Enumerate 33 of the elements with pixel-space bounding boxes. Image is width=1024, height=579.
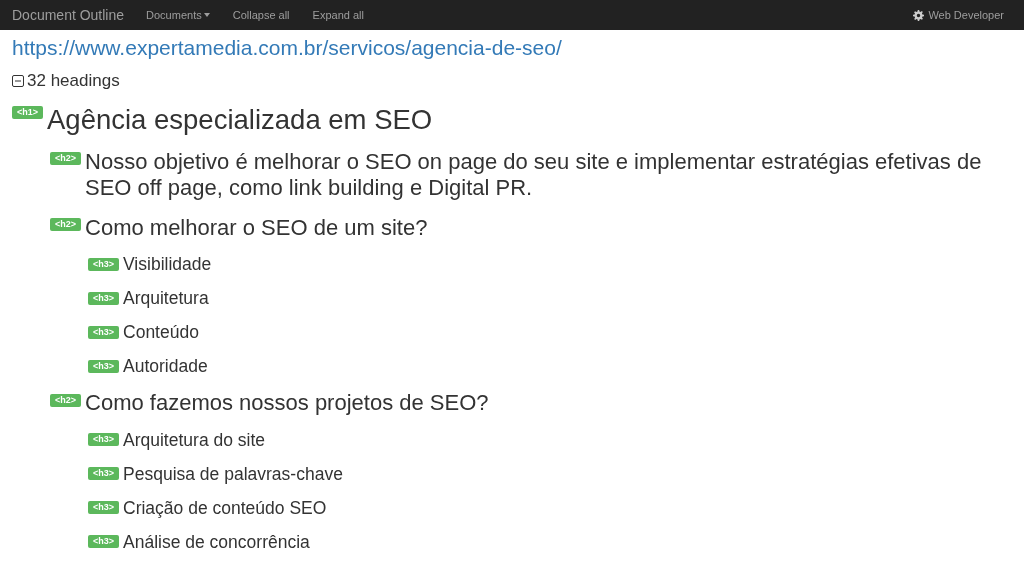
heading-text: Autoridade: [123, 356, 208, 378]
collapse-toggle-icon[interactable]: [12, 75, 24, 87]
heading-tag-badge: <h3>: [88, 432, 119, 446]
heading-tag-badge: <h2>: [50, 218, 81, 232]
heading-tag-badge: <h3>: [88, 291, 119, 305]
heading-text: Agência especializada em SEO: [47, 103, 433, 136]
heading-tag-badge: <h3>: [88, 534, 119, 548]
page-url-link[interactable]: https://www.expertamedia.com.br/servicos/agencia-de-seo/: [12, 34, 1012, 62]
heading-text: Criação de conteúdo SEO: [123, 497, 327, 519]
heading-tag-badge: <h3>: [88, 257, 119, 271]
gear-icon: [913, 9, 925, 21]
heading-text: Arquitetura: [123, 288, 209, 310]
heading-tag-badge: <h3>: [88, 500, 119, 514]
menu-item[interactable]: Web Developer: [913, 9, 1004, 21]
menu-item[interactable]: Expand all: [312, 9, 364, 21]
heading-text: Como melhorar o SEO de um site?: [85, 214, 428, 242]
heading-text: Nosso objetivo é melhorar o SEO on page do seu site e implementar estratégias efetivas de SEO off page, como link building e Digital PR.: [85, 149, 983, 202]
heading-count: 32 headings: [27, 71, 120, 91]
menu-item[interactable]: Collapse all: [232, 9, 290, 21]
heading-tag-badge: <h2>: [50, 152, 81, 166]
heading-tag-badge: <h3>: [88, 359, 119, 373]
heading-text: Como fazemos nossos projetos de SEO?: [85, 390, 489, 417]
menu-item[interactable]: Documents: [146, 9, 210, 21]
heading-text: Análise de concorrência: [123, 531, 310, 553]
heading-tag-badge: <h1>: [12, 106, 43, 120]
heading-text: Visibilidade: [123, 254, 212, 276]
heading-tag-badge: <h2>: [50, 393, 81, 407]
app-title[interactable]: Document Outline: [12, 7, 125, 23]
heading-tag-badge: <h3>: [88, 466, 119, 480]
heading-text: Arquitetura do site: [123, 429, 266, 451]
heading-text: Pesquisa de palavras-chave: [123, 463, 343, 485]
heading-text: Conteúdo: [123, 322, 199, 344]
heading-tag-badge: <h3>: [88, 325, 119, 339]
